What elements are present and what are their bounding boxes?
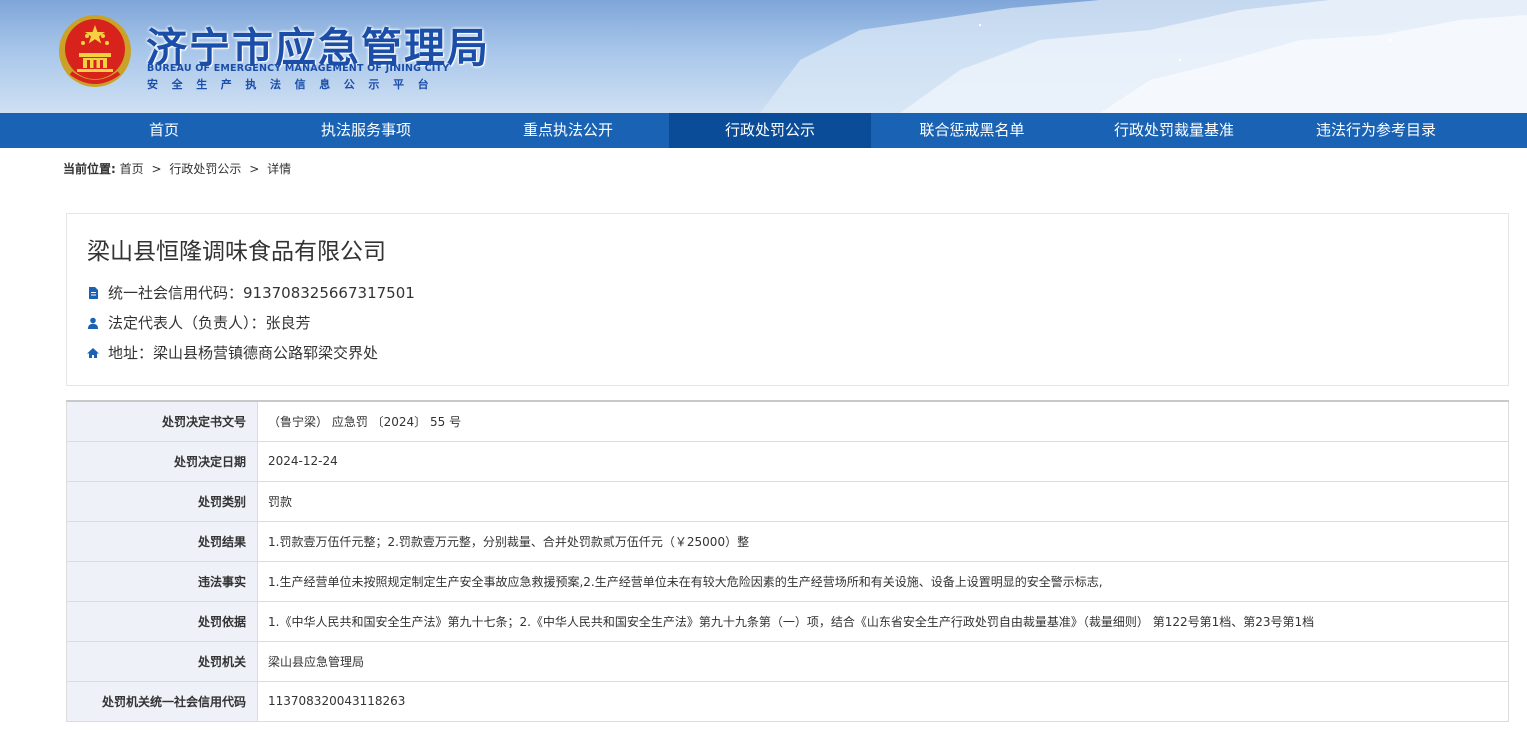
home-icon: [87, 347, 99, 358]
field-label: 违法事实: [66, 560, 258, 602]
field-value: 113708320043118263: [257, 680, 1509, 722]
table-row: 处罚依据 1.《中华人民共和国安全生产法》第九十七条；2.《中华人民共和国安全生…: [66, 600, 1509, 642]
site-title-english: BUREAU OF EMERGENCY MANAGEMENT OF JINING…: [147, 63, 450, 74]
breadcrumb-link-home[interactable]: 首页: [120, 162, 144, 176]
field-value: 罚款: [257, 480, 1509, 522]
table-row: 违法事实 1.生产经营单位未按照规定制定生产安全事故应急救援预案,2.生产经营单…: [66, 560, 1509, 602]
field-label: 处罚机关: [66, 640, 258, 682]
field-value: 梁山县应急管理局: [257, 640, 1509, 682]
field-label: 处罚结果: [66, 520, 258, 562]
field-value: 1.罚款壹万伍仟元整；2.罚款壹万元整，分别裁量、合并处罚款贰万伍仟元（￥250…: [257, 520, 1509, 562]
field-value: 1.《中华人民共和国安全生产法》第九十七条；2.《中华人民共和国安全生产法》第九…: [257, 600, 1509, 642]
breadcrumb-link-admin-penalty[interactable]: 行政处罚公示: [169, 162, 241, 176]
site-subtitle: 安全生产执法信息公示平台: [147, 78, 443, 91]
national-emblem-icon: [59, 15, 131, 87]
nav-item-violation-catalog[interactable]: 违法行为参考目录: [1275, 113, 1477, 148]
legal-rep-row: 法定代表人（负责人）：张良芳: [87, 312, 311, 333]
breadcrumb-separator: >: [249, 162, 260, 176]
field-label: 处罚机关统一社会信用代码: [66, 680, 258, 722]
penalty-detail-table: 处罚决定书文号 （鲁宁梁） 应急罚 〔2024〕 55 号 处罚决定日期 202…: [66, 400, 1509, 722]
breadcrumb-label: 当前位置:: [63, 162, 116, 176]
table-row: 处罚决定日期 2024-12-24: [66, 440, 1509, 482]
legal-representative: 法定代表人（负责人）：张良芳: [108, 314, 311, 332]
credit-code-row: 统一社会信用代码：913708325667317501: [87, 282, 415, 303]
company-info-card: 梁山县恒隆调味食品有限公司 统一社会信用代码：91370832566731750…: [66, 213, 1509, 386]
address: 地址：梁山县杨营镇德商公路郓梁交界处: [108, 344, 379, 362]
credit-code: 统一社会信用代码：913708325667317501: [108, 284, 415, 302]
breadcrumb: 当前位置: 首页 > 行政处罚公示 > 详情: [63, 160, 291, 177]
nav-item-key-enforcement[interactable]: 重点执法公开: [467, 113, 669, 148]
field-value: 1.生产经营单位未按照规定制定生产安全事故应急救援预案,2.生产经营单位未在有较…: [257, 560, 1509, 602]
company-name: 梁山县恒隆调味食品有限公司: [87, 239, 386, 265]
field-value: （鲁宁梁） 应急罚 〔2024〕 55 号: [257, 400, 1509, 442]
header-banner: 济宁市应急管理局 BUREAU OF EMERGENCY MANAGEMENT …: [0, 0, 1527, 113]
table-row: 处罚决定书文号 （鲁宁梁） 应急罚 〔2024〕 55 号: [66, 400, 1509, 442]
nav-item-blacklist[interactable]: 联合惩戒黑名单: [871, 113, 1073, 148]
table-row: 处罚机关统一社会信用代码 113708320043118263: [66, 680, 1509, 722]
table-row: 处罚结果 1.罚款壹万伍仟元整；2.罚款壹万元整，分别裁量、合并处罚款贰万伍仟元…: [66, 520, 1509, 562]
address-row: 地址：梁山县杨营镇德商公路郓梁交界处: [87, 342, 378, 363]
field-label: 处罚决定日期: [66, 440, 258, 482]
nav-item-enforcement-services[interactable]: 执法服务事项: [265, 113, 467, 148]
breadcrumb-separator: >: [151, 162, 162, 176]
table-row: 处罚机关 梁山县应急管理局: [66, 640, 1509, 682]
user-icon: [87, 317, 99, 329]
nav-item-home[interactable]: 首页: [63, 113, 265, 148]
field-label: 处罚决定书文号: [66, 400, 258, 442]
main-nav: 首页 执法服务事项 重点执法公开 行政处罚公示 联合惩戒黑名单 行政处罚裁量基准…: [0, 113, 1527, 148]
breadcrumb-current: 详情: [267, 162, 292, 176]
nav-item-penalty-benchmark[interactable]: 行政处罚裁量基准: [1073, 113, 1275, 148]
field-label: 处罚依据: [66, 600, 258, 642]
document-icon: [89, 286, 98, 299]
nav-item-admin-penalty[interactable]: 行政处罚公示: [669, 113, 871, 148]
field-value: 2024-12-24: [257, 440, 1509, 482]
field-label: 处罚类别: [66, 480, 258, 522]
table-row: 处罚类别 罚款: [66, 480, 1509, 522]
